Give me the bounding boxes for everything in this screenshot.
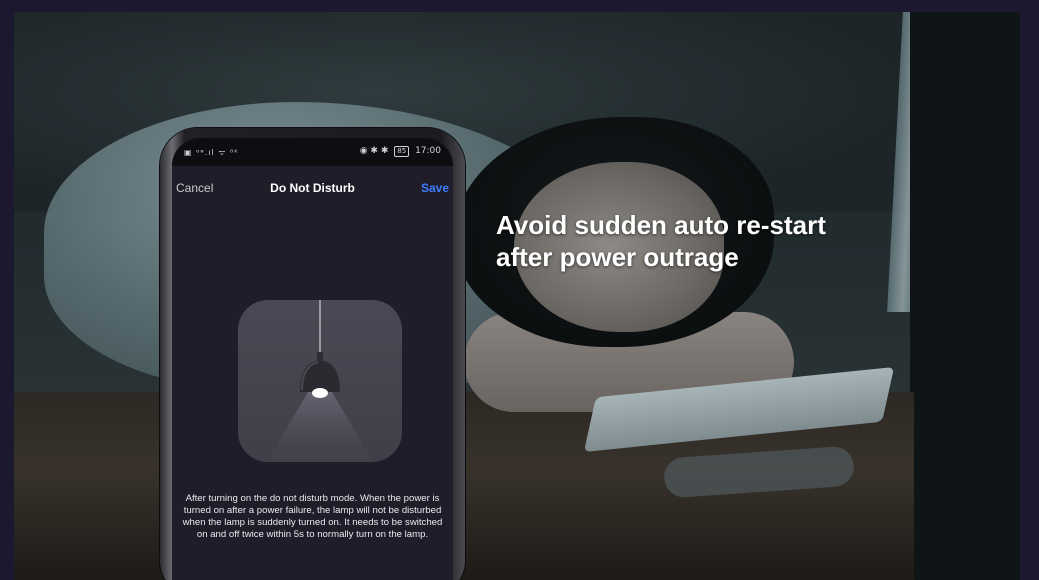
page-title: Do Not Disturb — [270, 181, 355, 195]
lamp-illustration-card — [238, 300, 402, 462]
status-time: 17:00 — [415, 146, 441, 156]
status-bar: ▣ ᵒᶰ.ıl ᯤ ⁰ᴷ ◉ ✱ ✱ 85 17:00 — [172, 138, 453, 166]
pendant-lamp-icon — [267, 300, 373, 462]
dnd-header: Cancel Do Not Disturb Save — [172, 178, 453, 200]
promo-headline: Avoid sudden auto re-start after power o… — [496, 210, 826, 272]
network-signal-icons: ▣ ᵒᶰ.ıl ᯤ ⁰ᴷ — [184, 148, 239, 157]
promo-frame: Avoid sudden auto re-start after power o… — [0, 0, 1039, 580]
status-icons: ◉ ✱ ✱ — [359, 146, 389, 156]
smartphone: ▣ ᵒᶰ.ıl ᯤ ⁰ᴷ ◉ ✱ ✱ 85 17:00 Cancel Do No… — [160, 128, 465, 580]
status-right-group: ◉ ✱ ✱ 85 17:00 — [360, 146, 441, 157]
save-button[interactable]: Save — [421, 181, 449, 195]
battery-icon: 85 — [394, 146, 410, 157]
phone-screen: ▣ ᵒᶰ.ıl ᯤ ⁰ᴷ ◉ ✱ ✱ 85 17:00 Cancel Do No… — [172, 138, 453, 580]
monitor — [910, 12, 1020, 580]
dnd-description: After turning on the do not disturb mode… — [182, 493, 443, 540]
